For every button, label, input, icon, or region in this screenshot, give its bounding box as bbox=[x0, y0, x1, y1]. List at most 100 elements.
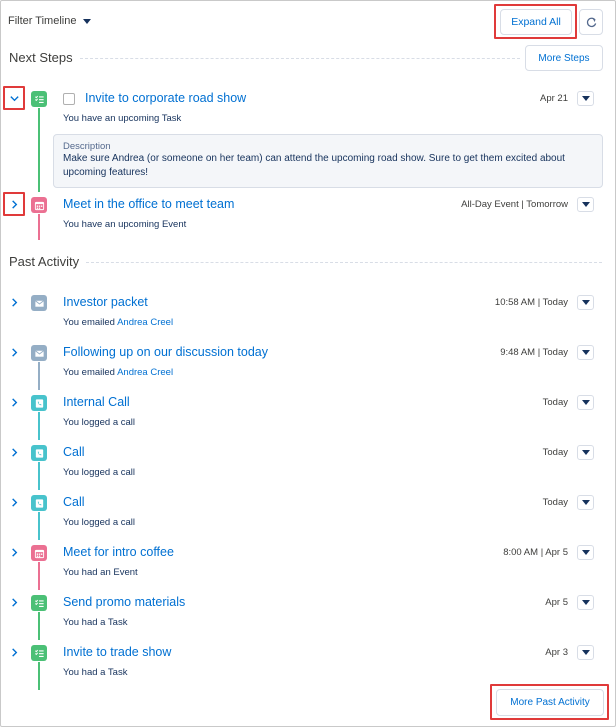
chevron-right-icon bbox=[11, 497, 17, 507]
filter-timeline-dropdown[interactable]: Filter Timeline bbox=[8, 15, 92, 27]
task-description-panel: Description Make sure Andrea (or someone… bbox=[53, 134, 603, 188]
chevron-right-icon bbox=[11, 199, 17, 209]
timeline-item-subtitle: You logged a call bbox=[63, 517, 136, 528]
item-actions-menu[interactable] bbox=[577, 295, 594, 310]
call-icon bbox=[31, 445, 47, 461]
timeline-connector bbox=[38, 662, 40, 690]
timeline-item-title[interactable]: Meet for intro coffee bbox=[63, 545, 174, 559]
task-icon bbox=[31, 91, 47, 107]
timeline-item-date: 9:48 AM | Today bbox=[500, 347, 568, 358]
item-actions-menu[interactable] bbox=[577, 645, 594, 660]
timeline-item-date: 10:58 AM | Today bbox=[494, 297, 568, 308]
timeline-item-subtitle: You had a Task bbox=[63, 617, 128, 628]
event-icon bbox=[31, 197, 47, 213]
timeline-item-date: Apr 21 bbox=[540, 93, 568, 104]
more-steps-button[interactable]: More Steps bbox=[525, 45, 603, 71]
section-divider bbox=[86, 262, 602, 263]
caret-down-icon bbox=[581, 550, 590, 555]
item-actions-menu[interactable] bbox=[577, 545, 594, 560]
timeline-item-title[interactable]: Invite to trade show bbox=[63, 645, 171, 659]
refresh-button[interactable] bbox=[579, 9, 603, 35]
expand-item-toggle[interactable] bbox=[7, 545, 21, 559]
caret-down-icon bbox=[581, 650, 590, 655]
timeline-connector bbox=[38, 108, 40, 192]
expand-item-toggle[interactable] bbox=[7, 395, 21, 409]
timeline-item-title[interactable]: Following up on our discussion today bbox=[63, 345, 268, 359]
expand-all-button[interactable]: Expand All bbox=[500, 9, 572, 35]
expand-item-toggle[interactable] bbox=[7, 197, 21, 211]
item-actions-menu[interactable] bbox=[577, 495, 594, 510]
subtitle-text: You emailed bbox=[63, 317, 115, 328]
email-icon bbox=[31, 345, 47, 361]
expand-item-toggle[interactable] bbox=[7, 645, 21, 659]
timeline-item-subtitle: You emailed Andrea Creel bbox=[63, 367, 173, 378]
timeline-item-title[interactable]: Internal Call bbox=[63, 395, 130, 409]
timeline-item-date: Today bbox=[542, 397, 568, 408]
contact-link[interactable]: Andrea Creel bbox=[117, 367, 173, 378]
collapse-item-toggle[interactable] bbox=[7, 91, 21, 105]
call-icon bbox=[31, 495, 47, 511]
expand-item-toggle[interactable] bbox=[7, 295, 21, 309]
caret-down-icon bbox=[581, 500, 590, 505]
timeline-item-date: Apr 5 bbox=[545, 597, 568, 608]
timeline-item-subtitle: You logged a call bbox=[63, 417, 136, 428]
chevron-right-icon bbox=[11, 647, 17, 657]
chevron-right-icon bbox=[11, 447, 17, 457]
timeline-item-title[interactable]: Send promo materials bbox=[63, 595, 185, 609]
item-actions-menu[interactable] bbox=[577, 395, 594, 410]
timeline-item-date: Today bbox=[542, 497, 568, 508]
caret-down-icon bbox=[581, 400, 590, 405]
contact-link[interactable]: Andrea Creel bbox=[117, 317, 173, 328]
timeline-item-title[interactable]: Call bbox=[63, 445, 85, 459]
timeline-item-title[interactable]: Invite to corporate road show bbox=[85, 91, 246, 105]
subtitle-text: You emailed bbox=[63, 367, 115, 378]
timeline-connector bbox=[38, 462, 40, 490]
timeline-item-subtitle: You emailed Andrea Creel bbox=[63, 317, 173, 328]
section-divider bbox=[80, 58, 520, 59]
timeline-item-date: 8:00 AM | Apr 5 bbox=[503, 547, 568, 558]
chevron-down-icon bbox=[9, 95, 19, 101]
item-actions-menu[interactable] bbox=[577, 197, 594, 212]
task-icon bbox=[31, 595, 47, 611]
timeline-connector bbox=[38, 512, 40, 540]
caret-down-icon bbox=[83, 19, 92, 24]
task-icon bbox=[31, 645, 47, 661]
expand-item-toggle[interactable] bbox=[7, 495, 21, 509]
item-actions-menu[interactable] bbox=[577, 595, 594, 610]
email-icon bbox=[31, 295, 47, 311]
timeline-item-title[interactable]: Investor packet bbox=[63, 295, 148, 309]
expand-item-toggle[interactable] bbox=[7, 445, 21, 459]
timeline-connector bbox=[38, 214, 40, 240]
caret-down-icon bbox=[581, 450, 590, 455]
expand-item-toggle[interactable] bbox=[7, 595, 21, 609]
timeline-item-subtitle: You logged a call bbox=[63, 467, 136, 478]
item-actions-menu[interactable] bbox=[577, 345, 594, 360]
caret-down-icon bbox=[581, 600, 590, 605]
chevron-right-icon bbox=[11, 597, 17, 607]
chevron-right-icon bbox=[11, 297, 17, 307]
refresh-icon bbox=[586, 17, 596, 27]
item-actions-menu[interactable] bbox=[577, 91, 594, 106]
expand-item-toggle[interactable] bbox=[7, 345, 21, 359]
chevron-right-icon bbox=[11, 547, 17, 557]
timeline-item-subtitle: You have an upcoming Event bbox=[63, 219, 187, 230]
chevron-right-icon bbox=[11, 347, 17, 357]
caret-down-icon bbox=[581, 202, 590, 207]
timeline-item-subtitle: You had an Event bbox=[63, 567, 138, 578]
timeline-item-title[interactable]: Call bbox=[63, 495, 85, 509]
timeline-item-subtitle: You have an upcoming Task bbox=[63, 113, 182, 124]
event-icon bbox=[31, 545, 47, 561]
item-actions-menu[interactable] bbox=[577, 445, 594, 460]
timeline-connector bbox=[38, 362, 40, 390]
timeline-connector bbox=[38, 412, 40, 440]
more-past-activity-button[interactable]: More Past Activity bbox=[496, 689, 604, 716]
task-complete-checkbox[interactable] bbox=[63, 93, 75, 105]
caret-down-icon bbox=[581, 350, 590, 355]
description-label: Description bbox=[63, 141, 111, 152]
caret-down-icon bbox=[581, 300, 590, 305]
caret-down-icon bbox=[581, 96, 590, 101]
filter-timeline-label: Filter Timeline bbox=[8, 15, 77, 27]
timeline-connector bbox=[38, 612, 40, 640]
timeline-item-title[interactable]: Meet in the office to meet team bbox=[63, 197, 234, 211]
next-steps-heading: Next Steps bbox=[9, 50, 73, 65]
